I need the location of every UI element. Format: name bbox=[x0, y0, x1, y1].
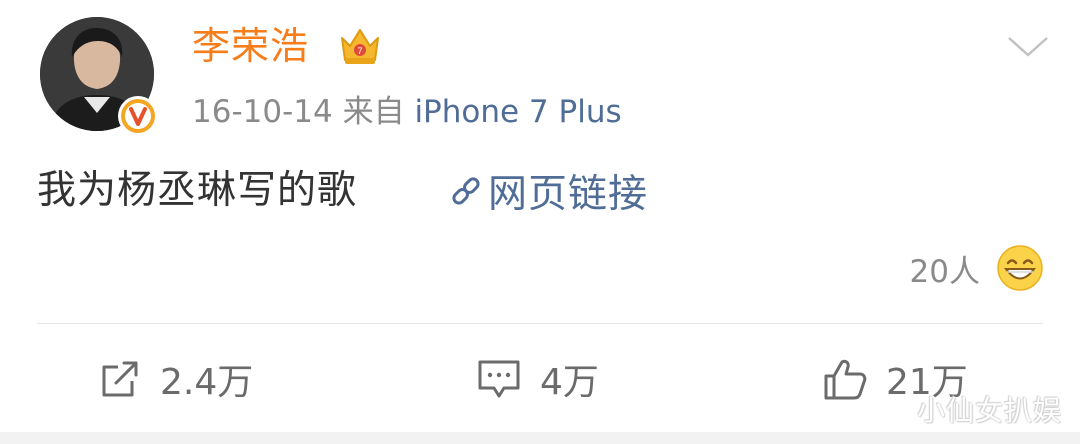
reaction-count: 20人 bbox=[909, 253, 980, 290]
svg-text:7: 7 bbox=[357, 46, 362, 56]
web-link[interactable]: 网页链接 bbox=[448, 163, 648, 219]
grinning-face-icon bbox=[997, 245, 1043, 291]
watermark: 小仙女扒娱 bbox=[916, 394, 1062, 427]
divider bbox=[37, 323, 1043, 324]
post-text: 我为杨丞琳写的歌 bbox=[37, 168, 358, 213]
web-link-label: 网页链接 bbox=[488, 172, 649, 217]
bottom-strip bbox=[0, 432, 1080, 444]
crown-icon[interactable]: 7 bbox=[337, 24, 383, 68]
comment-count: 4万 bbox=[540, 362, 599, 403]
author-name[interactable]: 李荣浩 bbox=[192, 18, 309, 74]
post-meta: 16-10-14 来自 iPhone 7 Plus bbox=[192, 90, 622, 134]
chevron-down-icon[interactable] bbox=[1006, 34, 1050, 60]
repost-button[interactable]: 2.4万 bbox=[98, 353, 253, 405]
comment-button[interactable]: 4万 bbox=[476, 353, 599, 405]
repost-icon bbox=[102, 361, 138, 397]
weibo-post-card: 李荣浩 7 16-10-14 来自 iPhone 7 Plus 我为杨丞琳写的歌… bbox=[0, 0, 1080, 432]
thumbs-up-icon bbox=[824, 359, 867, 400]
repost-count: 2.4万 bbox=[160, 362, 254, 403]
avatar[interactable] bbox=[40, 17, 158, 136]
reaction-summary[interactable]: 20人 bbox=[910, 244, 1044, 292]
verified-v-icon bbox=[117, 95, 159, 137]
link-icon bbox=[452, 177, 480, 205]
post-timestamp: 16-10-14 bbox=[192, 94, 333, 130]
comment-icon bbox=[478, 360, 520, 398]
source-prefix: 来自 bbox=[342, 94, 405, 130]
post-source[interactable]: iPhone 7 Plus bbox=[414, 94, 621, 130]
